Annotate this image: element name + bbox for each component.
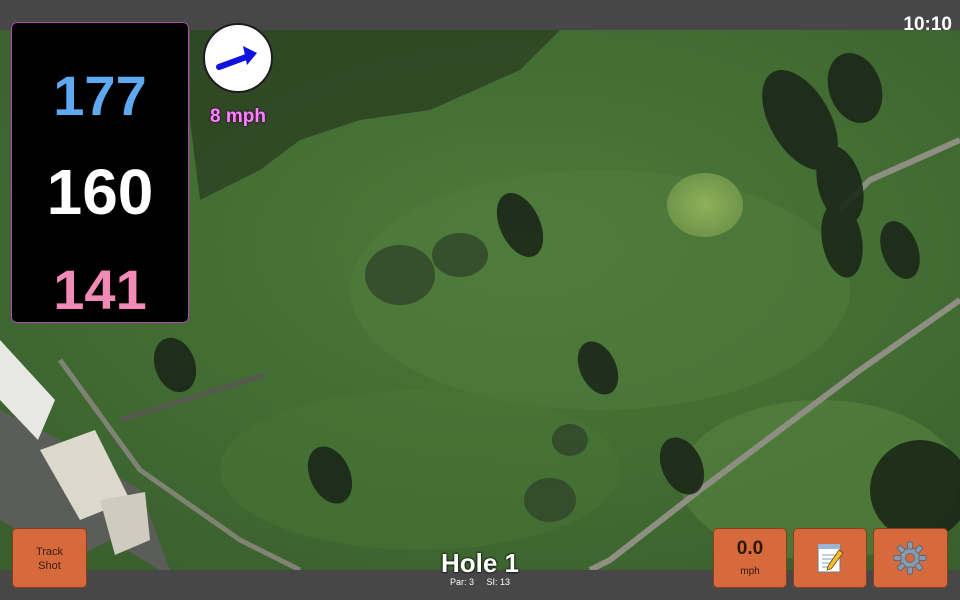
wind-indicator[interactable] xyxy=(203,23,273,93)
track-shot-label: Track Shot xyxy=(12,545,87,573)
hole-info: Par: 3 SI: 13 xyxy=(380,577,580,587)
track-shot-label-line1: Track xyxy=(35,546,64,558)
hole-stroke-index: SI: 13 xyxy=(486,577,511,587)
hole-par: Par: 3 xyxy=(449,577,474,587)
notepad-icon xyxy=(817,544,844,573)
notes-button[interactable] xyxy=(793,528,867,588)
distance-panel: 177 160 141 xyxy=(11,22,189,323)
settings-button[interactable] xyxy=(873,528,948,588)
speed-button[interactable]: 0.0 mph xyxy=(713,528,787,588)
distance-back: 177 xyxy=(53,64,147,127)
distance-front: 141 xyxy=(53,258,147,321)
arrow-right-icon xyxy=(216,46,257,70)
wind-speed: 8 mph xyxy=(210,106,266,127)
gear-icon xyxy=(893,541,927,575)
track-shot-button[interactable]: Track Shot xyxy=(12,528,87,588)
speed-value: 0.0 xyxy=(736,538,764,559)
track-shot-label-line2: Shot xyxy=(38,560,61,572)
hole-title: Hole 1 xyxy=(440,548,520,578)
clock: 10:10 xyxy=(903,14,952,35)
distance-middle: 160 xyxy=(46,156,154,228)
speed-unit: mph xyxy=(740,566,760,577)
